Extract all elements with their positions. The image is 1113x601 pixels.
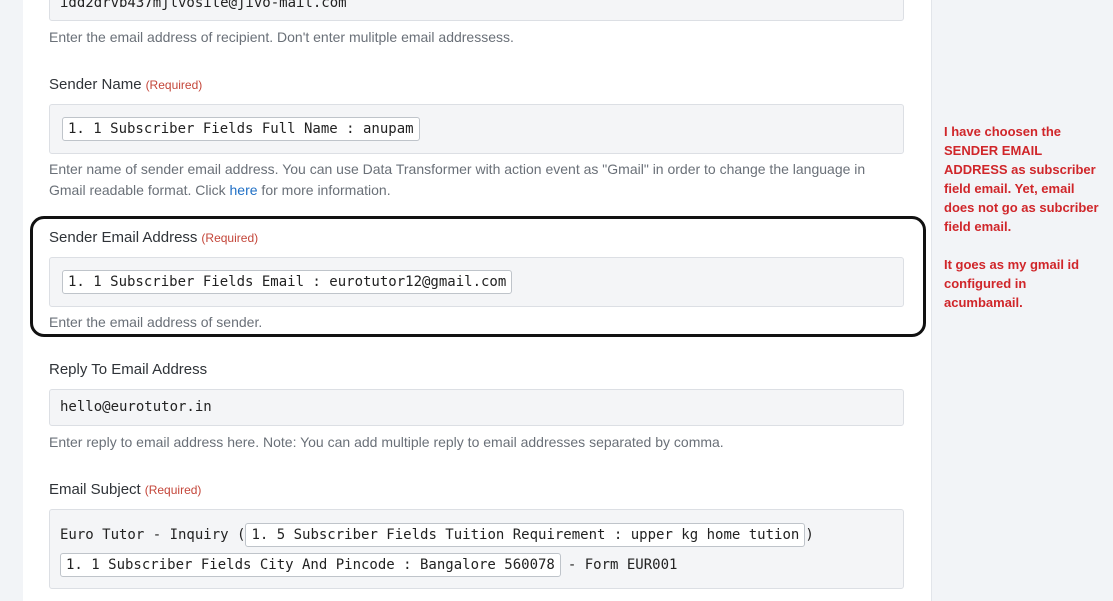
sender-name-label-text: Sender Name	[49, 76, 142, 93]
sender-email-help-text: Enter the email address of sender.	[49, 314, 263, 330]
annotation-paragraph-1: I have choosen the SENDER EMAIL ADDRESS …	[944, 124, 1099, 234]
sender-name-help-before: Enter name of sender email address. You …	[49, 161, 866, 198]
annotation-note: I have choosen the SENDER EMAIL ADDRESS …	[944, 122, 1106, 312]
sender-email-input[interactable]: 1. 1 Subscriber Fields Email : eurotutor…	[49, 257, 904, 307]
email-subject-label: Email Subject (Required)	[49, 481, 201, 498]
reply-to-input[interactable]: hello@eurotutor.in	[49, 389, 904, 426]
recipient-help-text: Enter the email address of recipient. Do…	[49, 29, 514, 45]
annotation-paragraph-2: It goes as my gmail id configured in acu…	[944, 257, 1080, 310]
sender-email-label-text: Sender Email Address	[49, 229, 198, 246]
subject-prefix-text: Euro Tutor - Inquiry (	[60, 527, 246, 543]
sender-name-input[interactable]: 1. 1 Subscriber Fields Full Name : anupa…	[49, 104, 904, 154]
email-subject-input[interactable]: Euro Tutor - Inquiry (1. 5 Subscriber Fi…	[49, 509, 904, 589]
help-here-link[interactable]: here	[230, 182, 258, 198]
required-marker: (Required)	[144, 483, 202, 497]
sender-email-token[interactable]: 1. 1 Subscriber Fields Email : eurotutor…	[62, 270, 513, 294]
required-marker: (Required)	[145, 78, 203, 92]
city-pincode-token[interactable]: 1. 1 Subscriber Fields City And Pincode …	[60, 553, 561, 577]
sender-name-help-after: for more information.	[257, 182, 391, 198]
subject-suffix-text: - Form EUR001	[567, 557, 678, 573]
email-subject-label-text: Email Subject	[49, 481, 141, 498]
reply-to-value: hello@eurotutor.in	[60, 399, 212, 415]
recipient-email-value: idd2drvb437mjlvosite@jivo-mail.com	[60, 0, 347, 11]
recipient-email-input[interactable]: idd2drvb437mjlvosite@jivo-mail.com	[49, 0, 904, 21]
tuition-requirement-token[interactable]: 1. 5 Subscriber Fields Tuition Requireme…	[245, 523, 806, 547]
sender-name-token[interactable]: 1. 1 Subscriber Fields Full Name : anupa…	[62, 117, 420, 141]
required-marker: (Required)	[201, 231, 259, 245]
subject-line-2: 1. 1 Subscriber Fields City And Pincode …	[60, 552, 893, 578]
reply-to-help-text: Enter reply to email address here. Note:…	[49, 434, 724, 450]
sender-name-label: Sender Name (Required)	[49, 76, 202, 93]
subject-close-paren: )	[805, 527, 814, 543]
sender-email-label: Sender Email Address (Required)	[49, 229, 258, 246]
reply-to-label: Reply To Email Address	[49, 361, 208, 378]
subject-line-1: Euro Tutor - Inquiry (1. 5 Subscriber Fi…	[60, 522, 893, 548]
sender-name-help-text: Enter name of sender email address. You …	[49, 159, 899, 201]
